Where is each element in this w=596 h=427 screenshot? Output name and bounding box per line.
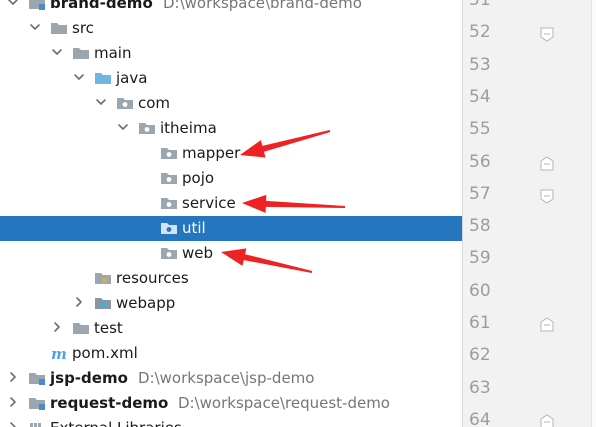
package-icon bbox=[160, 170, 178, 186]
line-number: 60 bbox=[469, 280, 491, 301]
chevron-right-icon[interactable] bbox=[72, 295, 86, 309]
line-number: 53 bbox=[469, 54, 491, 75]
tree-item-src[interactable]: src bbox=[0, 16, 462, 41]
tree-item-webapp[interactable]: webapp bbox=[0, 291, 462, 316]
tree-item-label: resources bbox=[116, 269, 189, 287]
tree-item-path: D:\workspace\brand-demo bbox=[163, 0, 362, 12]
line-number: 64 bbox=[469, 409, 491, 427]
tree-item-jsp-demo[interactable]: jsp-demo D:\workspace\jsp-demo bbox=[0, 366, 462, 391]
chevron-right-icon[interactable] bbox=[50, 320, 64, 334]
line-number: 54 bbox=[469, 86, 491, 107]
module-folder-icon bbox=[28, 395, 46, 411]
tree-item-label: com bbox=[138, 94, 171, 112]
chevron-down-icon[interactable] bbox=[116, 120, 130, 134]
resources-folder-icon bbox=[94, 270, 112, 286]
chevron-down-icon[interactable] bbox=[28, 20, 42, 34]
package-icon bbox=[138, 120, 156, 136]
package-icon bbox=[160, 245, 178, 261]
tree-item-label: jsp-demo bbox=[50, 369, 128, 387]
line-number: 63 bbox=[469, 377, 491, 398]
tree-item-path: D:\workspace\jsp-demo bbox=[138, 369, 315, 387]
line-number: 56 bbox=[469, 151, 491, 172]
tree-item-brand-demo[interactable]: brand-demo D:\workspace\brand-demo bbox=[0, 0, 462, 16]
chevron-right-icon[interactable] bbox=[6, 395, 20, 409]
fold-end-icon[interactable] bbox=[539, 26, 555, 42]
tree-item-label: pojo bbox=[182, 169, 215, 187]
chevron-right-icon[interactable] bbox=[6, 420, 20, 427]
tree-item-resources[interactable]: resources bbox=[0, 266, 462, 291]
fold-end-icon[interactable] bbox=[539, 188, 555, 204]
tree-item-label: itheima bbox=[160, 119, 217, 137]
package-icon bbox=[160, 220, 178, 236]
libraries-icon bbox=[28, 420, 46, 427]
tree-item-label: mapper bbox=[182, 144, 241, 162]
tree-item-label: request-demo bbox=[50, 394, 169, 412]
chevron-right-icon[interactable] bbox=[6, 370, 20, 384]
tree-item-label: pom.xml bbox=[72, 344, 138, 362]
tree-item-pom-xml[interactable]: m pom.xml bbox=[0, 341, 462, 366]
tree-item-label: main bbox=[94, 44, 132, 62]
folder-icon bbox=[72, 320, 90, 336]
tree-item-label: service bbox=[182, 194, 236, 212]
tree-item-web[interactable]: web bbox=[0, 241, 462, 266]
package-icon bbox=[160, 195, 178, 211]
tree-item-test[interactable]: test bbox=[0, 316, 462, 341]
fold-start-icon[interactable] bbox=[539, 317, 555, 333]
editor-gutter: 51 52 53 54 55 56 57 58 59 60 61 62 63 64 bbox=[463, 0, 596, 427]
maven-file-icon: m bbox=[50, 345, 68, 361]
tree-item-label: brand-demo bbox=[50, 0, 153, 12]
line-number: 58 bbox=[469, 216, 491, 237]
line-number: 51 bbox=[469, 0, 491, 10]
tree-item-java[interactable]: java bbox=[0, 66, 462, 91]
tree-item-external-libraries[interactable]: External Libraries bbox=[0, 416, 462, 427]
tree-item-main[interactable]: main bbox=[0, 41, 462, 66]
project-tree-panel: brand-demo D:\workspace\brand-demo src main… bbox=[0, 0, 462, 427]
package-icon bbox=[116, 95, 134, 111]
tree-item-com[interactable]: com bbox=[0, 91, 462, 116]
tree-item-path: D:\workspace\request-demo bbox=[178, 394, 390, 412]
tree-item-request-demo[interactable]: request-demo D:\workspace\request-demo bbox=[0, 391, 462, 416]
tree-item-label: util bbox=[182, 219, 206, 237]
tree-item-service[interactable]: service bbox=[0, 191, 462, 216]
chevron-down-icon[interactable] bbox=[94, 95, 108, 109]
tree-item-mapper[interactable]: mapper bbox=[0, 141, 462, 166]
fold-start-icon[interactable] bbox=[539, 155, 555, 172]
module-folder-icon bbox=[28, 0, 46, 11]
fold-start-icon[interactable] bbox=[539, 414, 555, 427]
line-number: 59 bbox=[469, 248, 491, 269]
source-root-folder-icon bbox=[94, 70, 112, 86]
folder-icon bbox=[50, 20, 68, 36]
package-icon bbox=[160, 145, 178, 161]
tree-item-itheima[interactable]: itheima bbox=[0, 116, 462, 141]
chevron-down-icon[interactable] bbox=[50, 45, 64, 59]
editor-gutter-edge bbox=[591, 0, 596, 427]
line-number: 55 bbox=[469, 119, 491, 140]
chevron-down-icon[interactable] bbox=[72, 70, 86, 84]
module-folder-icon bbox=[28, 370, 46, 386]
tree-item-label: webapp bbox=[116, 294, 176, 312]
chevron-down-icon[interactable] bbox=[6, 0, 20, 9]
line-number: 61 bbox=[469, 313, 491, 333]
tree-item-label: src bbox=[72, 19, 94, 37]
tree-item-label: java bbox=[116, 69, 148, 87]
svg-text:m: m bbox=[51, 345, 67, 361]
line-number: 52 bbox=[469, 22, 491, 43]
tree-item-pojo[interactable]: pojo bbox=[0, 166, 462, 191]
folder-icon bbox=[72, 45, 90, 61]
tree-item-label: test bbox=[94, 319, 123, 337]
tree-item-util[interactable]: util bbox=[0, 216, 462, 241]
line-number: 62 bbox=[469, 345, 491, 366]
tree-item-label: web bbox=[182, 244, 214, 262]
tree-item-label: External Libraries bbox=[50, 419, 182, 427]
web-folder-icon bbox=[94, 295, 112, 311]
line-number: 57 bbox=[469, 183, 491, 204]
